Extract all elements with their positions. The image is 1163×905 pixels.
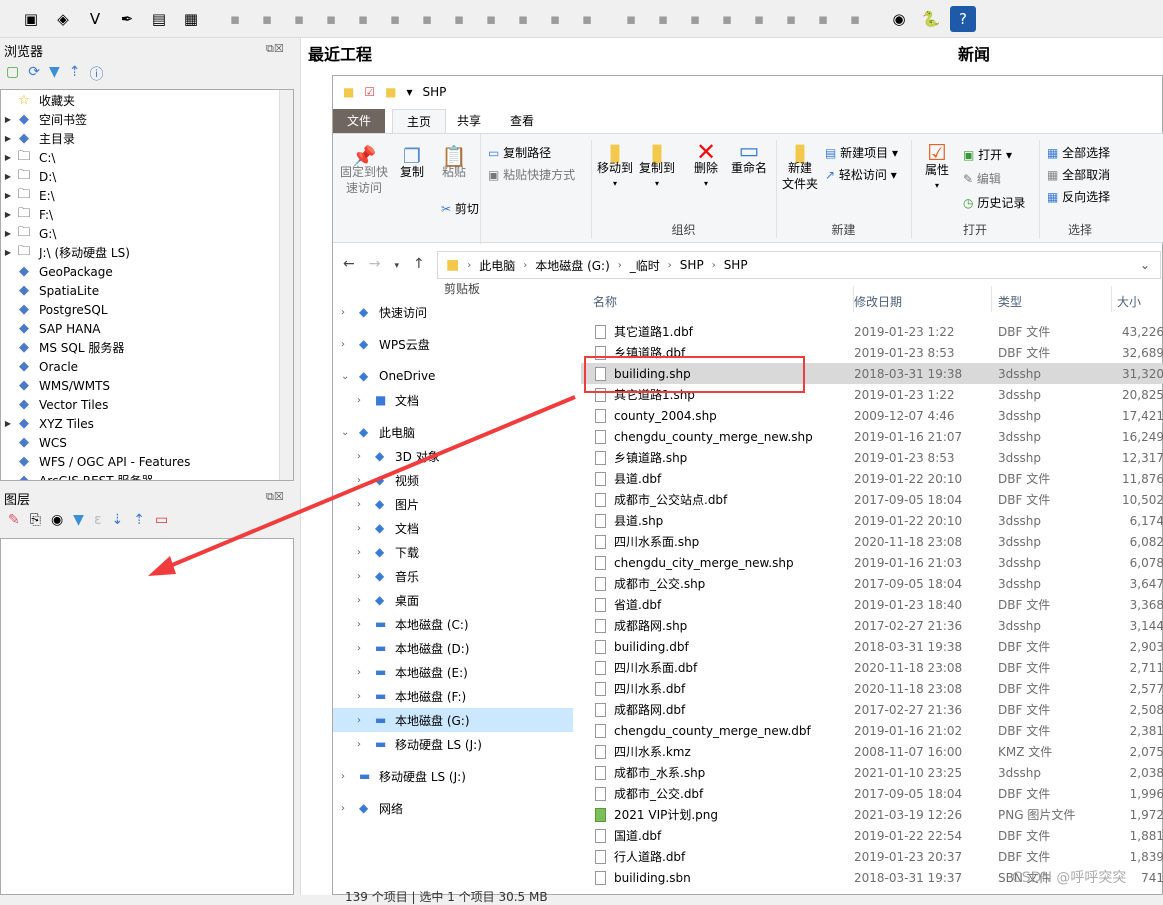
watermark: CSDN @呼呼突突 <box>1012 870 1127 886</box>
arrow-shaft <box>164 395 576 570</box>
red-arrow <box>148 395 576 576</box>
arrow-head <box>148 556 176 576</box>
